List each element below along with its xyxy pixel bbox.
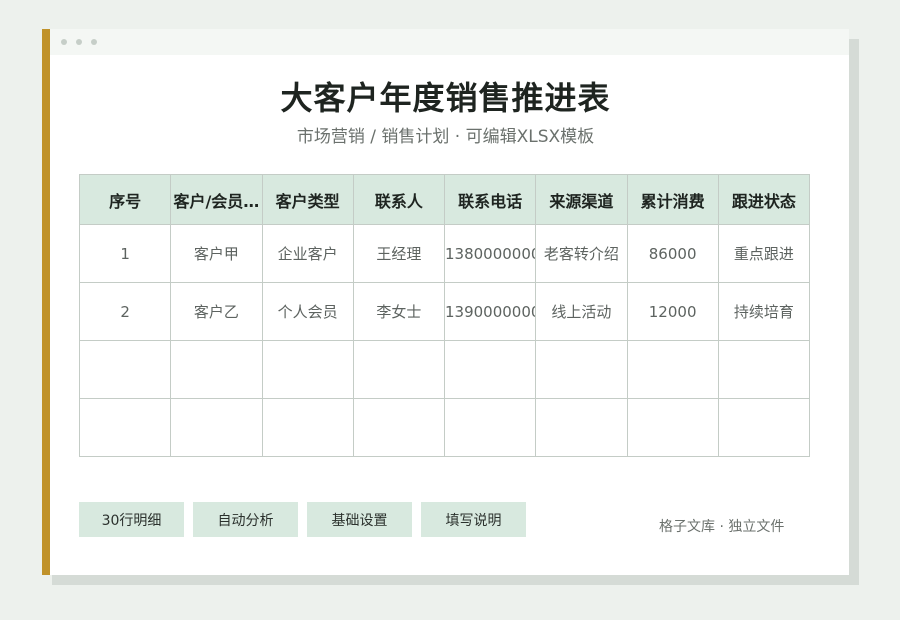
column-header[interactable]: 累计消费	[626, 174, 719, 225]
page-title: 大客户年度销售推进表	[280, 79, 611, 117]
fill-instructions-button[interactable]: 填写说明	[421, 502, 526, 537]
document-card: 大客户年度销售推进表 市场营销 / 销售计划 · 可编辑XLSX模板 序号 客户…	[42, 29, 849, 575]
table-cell[interactable]: 持续培育	[717, 282, 811, 341]
table-cell[interactable]	[352, 398, 446, 457]
table-cell[interactable]	[443, 340, 537, 399]
column-header[interactable]: 客户/会员…	[170, 174, 263, 225]
column-header[interactable]: 客户类型	[261, 174, 354, 225]
sales-table: 序号 客户/会员… 客户类型 联系人 联系电话 来源渠道 累计消费 跟进状态 1…	[78, 174, 811, 457]
table-cell[interactable]: 个人会员	[261, 282, 354, 341]
window-dot-icon	[91, 39, 97, 45]
page-subtitle: 市场营销 / 销售计划 · 可编辑XLSX模板	[296, 127, 595, 147]
column-header[interactable]: 跟进状态	[717, 174, 811, 225]
table-cell[interactable]	[352, 340, 446, 399]
table-cell[interactable]	[626, 398, 719, 457]
table-row	[78, 340, 811, 399]
table-cell[interactable]	[170, 398, 263, 457]
table-cell[interactable]: 重点跟进	[717, 224, 811, 283]
window-dot-icon	[61, 39, 67, 45]
table-row: 2 客户乙 个人会员 李女士 13900000000 线上活动 12000 持续…	[78, 282, 811, 341]
table-cell[interactable]	[78, 398, 172, 457]
table-row: 1 客户甲 企业客户 王经理 13800000000 老客转介绍 86000 重…	[78, 224, 811, 283]
table-cell[interactable]	[443, 398, 537, 457]
table-cell[interactable]: 企业客户	[261, 224, 354, 283]
table-cell[interactable]: 1	[78, 224, 172, 283]
detail-rows-button[interactable]: 30行明细	[79, 502, 184, 537]
table-cell[interactable]	[170, 340, 263, 399]
window-dot-icon	[76, 39, 82, 45]
table-cell[interactable]: 2	[78, 282, 172, 341]
table-cell[interactable]: 86000	[626, 224, 719, 283]
table-cell[interactable]: 客户甲	[170, 224, 263, 283]
table-cell[interactable]	[78, 340, 172, 399]
page: 大客户年度销售推进表 市场营销 / 销售计划 · 可编辑XLSX模板 序号 客户…	[0, 0, 900, 620]
table-cell[interactable]: 王经理	[352, 224, 446, 283]
basic-settings-button[interactable]: 基础设置	[307, 502, 412, 537]
table-cell[interactable]: 13800000000	[443, 224, 537, 283]
table-cell[interactable]: 线上活动	[535, 282, 628, 341]
table-cell[interactable]: 客户乙	[170, 282, 263, 341]
column-header[interactable]: 序号	[78, 174, 172, 225]
column-header[interactable]: 联系电话	[443, 174, 537, 225]
footer-note: 格子文库 · 独立文件	[659, 519, 785, 535]
table-cell[interactable]	[717, 398, 811, 457]
table-cell[interactable]	[261, 340, 354, 399]
table-cell[interactable]	[535, 398, 628, 457]
column-header[interactable]: 联系人	[352, 174, 446, 225]
table-cell[interactable]	[717, 340, 811, 399]
column-header[interactable]: 来源渠道	[535, 174, 628, 225]
table-header-row: 序号 客户/会员… 客户类型 联系人 联系电话 来源渠道 累计消费 跟进状态	[78, 174, 811, 225]
window-titlebar	[50, 29, 849, 55]
table-row	[78, 398, 811, 457]
auto-analysis-button[interactable]: 自动分析	[193, 502, 298, 537]
table-cell[interactable]	[626, 340, 719, 399]
table-cell[interactable]: 李女士	[352, 282, 446, 341]
table-cell[interactable]: 老客转介绍	[535, 224, 628, 283]
table-cell[interactable]	[535, 340, 628, 399]
table-cell[interactable]: 13900000000	[443, 282, 537, 341]
table-cell[interactable]: 12000	[626, 282, 719, 341]
table-cell[interactable]	[261, 398, 354, 457]
